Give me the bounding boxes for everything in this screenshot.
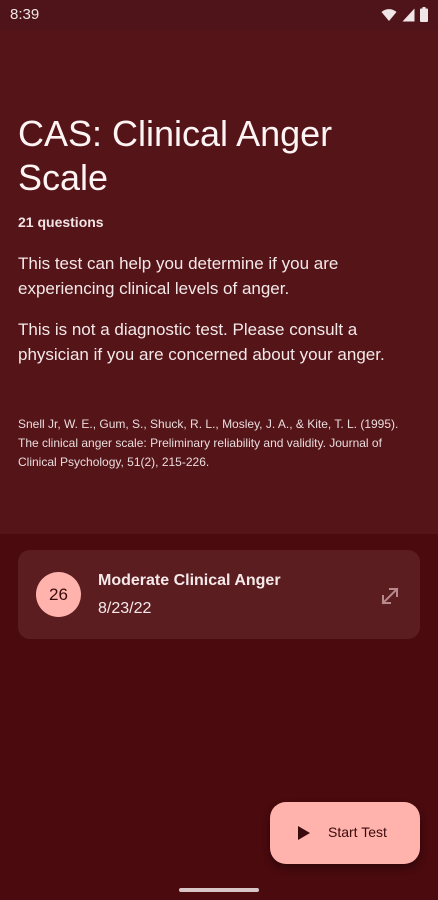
start-test-button[interactable]: Start Test [270, 802, 420, 864]
question-count: 21 questions [18, 214, 104, 230]
disclaimer-text: This is not a diagnostic test. Please co… [18, 320, 385, 364]
status-time: 8:39 [10, 6, 40, 23]
score-value: 26 [49, 584, 68, 604]
battery-icon [420, 7, 428, 22]
wifi-icon [381, 8, 397, 22]
status-icons [381, 7, 428, 22]
result-label: Moderate Clinical Anger [98, 572, 281, 589]
start-test-label: Start Test [328, 824, 387, 840]
signal-icon [402, 8, 415, 22]
test-description: This test can help you determine if you … [18, 254, 339, 298]
citation-text: Snell Jr, W. E., Gum, S., Shuck, R. L., … [18, 417, 399, 469]
status-bar: 8:39 [0, 0, 438, 30]
result-card[interactable]: 26 Moderate Clinical Anger 8/23/22 [18, 550, 420, 639]
expand-icon[interactable] [378, 584, 402, 608]
test-title: CAS: Clinical Anger Scale [18, 113, 333, 198]
gesture-nav-handle[interactable] [179, 888, 259, 892]
score-badge: 26 [36, 572, 81, 617]
result-date: 8/23/22 [98, 600, 152, 617]
play-icon [297, 825, 311, 841]
